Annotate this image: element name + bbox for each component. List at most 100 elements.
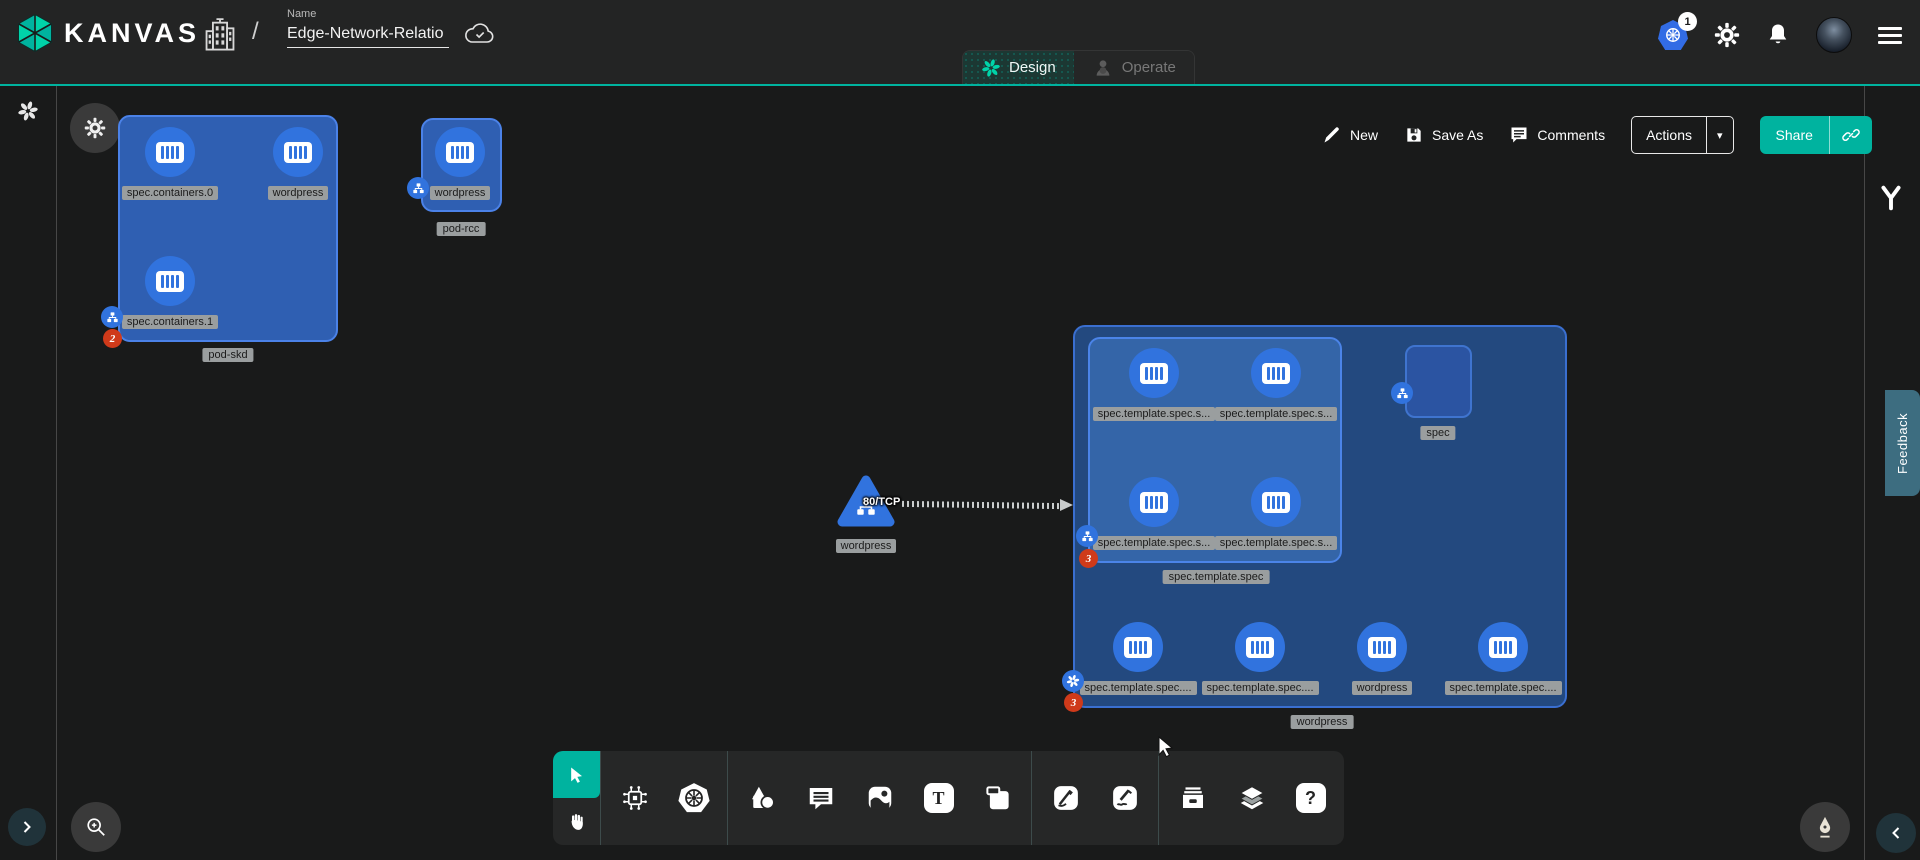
- container-label: spec.containers.0: [122, 186, 218, 200]
- gear-icon: [84, 117, 106, 139]
- template-spec-hierarchy-badge[interactable]: [1076, 525, 1098, 547]
- tab-design[interactable]: Design: [963, 51, 1074, 84]
- note-tool-button[interactable]: [968, 751, 1027, 845]
- service-label: wordpress: [836, 539, 897, 553]
- container-node[interactable]: spec.template.spec.s...: [1216, 348, 1336, 421]
- toolbar-annotate-section: T: [727, 751, 1031, 845]
- pod-skd-hierarchy-badge[interactable]: [101, 306, 123, 328]
- component-tool-button[interactable]: [605, 751, 664, 845]
- container-label: wordpress: [1352, 681, 1413, 695]
- kubernetes-context-switcher[interactable]: 1: [1658, 20, 1688, 50]
- container-label: spec.template.spec....: [1202, 681, 1319, 695]
- collapse-right-panel-button[interactable]: [1876, 813, 1916, 853]
- pointer-tool-column: [553, 751, 600, 845]
- shapes-icon: [747, 783, 777, 813]
- organization-icon[interactable]: [203, 14, 237, 54]
- container-node[interactable]: spec.template.spec....: [1200, 622, 1320, 695]
- service-node-wordpress[interactable]: wordpress: [836, 474, 896, 560]
- deployment-swirl-badge[interactable]: [1062, 670, 1084, 692]
- text-tool-button[interactable]: T: [909, 751, 968, 845]
- swirl-panel-icon[interactable]: [17, 100, 39, 122]
- container-icon: [1129, 477, 1179, 527]
- container-icon: [1129, 348, 1179, 398]
- new-button[interactable]: New: [1322, 125, 1378, 145]
- container-node[interactable]: spec.template.spec.s...: [1094, 348, 1214, 421]
- hand-icon: [567, 812, 587, 832]
- container-node[interactable]: spec.template.spec....: [1078, 622, 1198, 695]
- container-label: wordpress: [430, 186, 491, 200]
- kubernetes-helm-icon: [677, 781, 711, 815]
- feedback-tab[interactable]: Feedback: [1885, 390, 1920, 496]
- pencil-new-icon: [1322, 125, 1342, 145]
- group-label-spec: spec: [1420, 426, 1455, 440]
- container-icon: [273, 127, 323, 177]
- select-tool-button[interactable]: [553, 751, 600, 798]
- whiteboard-pen-button[interactable]: [1800, 802, 1850, 852]
- container-label: spec.containers.1: [122, 315, 218, 329]
- canvas-toolbar: T: [553, 751, 1344, 845]
- user-avatar[interactable]: [1816, 17, 1852, 53]
- drawer-tool-button[interactable]: [1163, 751, 1222, 845]
- hierarchy-icon: [1396, 387, 1409, 400]
- comment-bubble-icon: [1509, 125, 1529, 145]
- group-label-pod-rcc: pod-rcc: [437, 222, 486, 236]
- swirl-icon: [1066, 674, 1080, 688]
- brand-logo[interactable]: KANVAS: [16, 13, 200, 53]
- settings-gear-icon[interactable]: [1714, 22, 1740, 48]
- design-name-input[interactable]: [287, 23, 449, 48]
- hierarchy-icon: [412, 182, 425, 195]
- edge-service-to-deployment[interactable]: [902, 501, 1062, 509]
- expand-left-panel-button[interactable]: [8, 808, 46, 846]
- template-spec-count-badge[interactable]: 3: [1079, 549, 1098, 568]
- notifications-bell-icon[interactable]: [1766, 22, 1790, 48]
- save-as-button-label: Save As: [1432, 127, 1483, 143]
- kubernetes-context-count-badge: 1: [1678, 12, 1697, 31]
- pod-rcc-hierarchy-badge[interactable]: [407, 177, 429, 199]
- kubernetes-tool-button[interactable]: [664, 751, 723, 845]
- pod-skd-count-badge[interactable]: 2: [103, 329, 122, 348]
- share-split-button[interactable]: Share: [1760, 116, 1872, 154]
- container-node[interactable]: wordpress: [1322, 622, 1442, 695]
- note-icon: [983, 783, 1013, 813]
- toolbar-components-section: [600, 751, 727, 845]
- actions-caret-icon[interactable]: ▾: [1706, 117, 1733, 153]
- edge-port-label: 80/TCP: [863, 496, 900, 508]
- comment-tool-button[interactable]: [791, 751, 850, 845]
- canvas-action-bar: New Save As Comments Actions ▾ Share: [1322, 115, 1872, 155]
- new-button-label: New: [1350, 127, 1378, 143]
- layers-tool-button[interactable]: [1222, 751, 1281, 845]
- save-as-button[interactable]: Save As: [1404, 125, 1483, 145]
- app-header: KANVAS / Name: [0, 0, 1920, 84]
- breadcrumb-separator: /: [252, 18, 259, 46]
- freehand-tool-button[interactable]: [1095, 751, 1154, 845]
- zoom-search-button[interactable]: [71, 802, 121, 852]
- spec-hierarchy-badge[interactable]: [1391, 382, 1413, 404]
- container-node[interactable]: spec.containers.1: [110, 256, 230, 329]
- image-tool-button[interactable]: [850, 751, 909, 845]
- container-node[interactable]: spec.containers.0: [110, 127, 230, 200]
- accent-divider: [0, 84, 1920, 86]
- deployment-count-badge[interactable]: 3: [1064, 693, 1083, 712]
- tab-design-label: Design: [1009, 59, 1056, 76]
- tab-operate[interactable]: Operate: [1074, 51, 1194, 84]
- vector-pen-icon: [1051, 783, 1081, 813]
- container-node[interactable]: wordpress: [238, 127, 358, 200]
- shapes-tool-button[interactable]: [732, 751, 791, 845]
- flask-icon[interactable]: [1878, 184, 1904, 212]
- container-node[interactable]: spec.template.spec....: [1443, 622, 1563, 695]
- cursor-icon: [567, 765, 587, 785]
- pan-tool-button[interactable]: [553, 798, 600, 845]
- container-icon: [1235, 622, 1285, 672]
- container-label: wordpress: [268, 186, 329, 200]
- help-tool-button[interactable]: ?: [1281, 751, 1340, 845]
- hamburger-menu-icon[interactable]: [1878, 27, 1902, 44]
- actions-split-button[interactable]: Actions ▾: [1631, 116, 1733, 154]
- container-icon: [1251, 348, 1301, 398]
- container-icon: [1357, 622, 1407, 672]
- comments-button[interactable]: Comments: [1509, 125, 1605, 145]
- share-link-icon[interactable]: [1829, 116, 1872, 154]
- pen-tool-button[interactable]: [1036, 751, 1095, 845]
- group-spec[interactable]: [1405, 345, 1472, 418]
- container-node[interactable]: spec.template.spec.s...: [1094, 477, 1214, 550]
- container-node[interactable]: spec.template.spec.s...: [1216, 477, 1336, 550]
